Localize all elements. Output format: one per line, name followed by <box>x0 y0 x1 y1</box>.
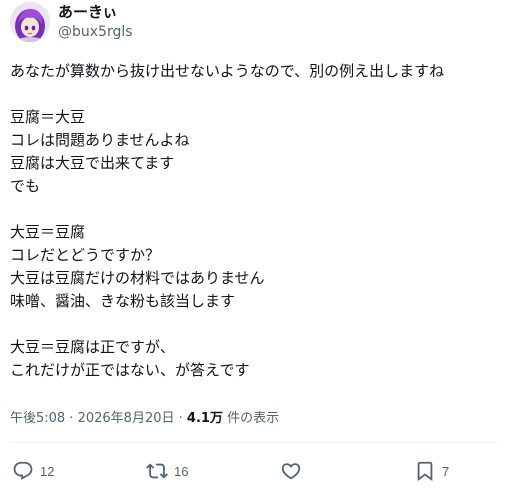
tweet-line <box>10 83 502 106</box>
tweet-line: これだけが正ではない、が答えです <box>10 361 250 379</box>
bookmark-button[interactable]: 7 <box>414 458 449 484</box>
divider <box>10 442 500 443</box>
timestamp[interactable]: 午後5:08 · 2026年8月20日 <box>10 411 175 426</box>
bookmark-icon <box>417 461 433 482</box>
retweet-button[interactable]: 16 <box>146 458 188 484</box>
action-bar: 12 16 7 <box>10 458 502 484</box>
reply-count: 12 <box>40 463 55 479</box>
tweet-line: コレだとどうですか？ <box>10 246 161 264</box>
avatar[interactable] <box>10 2 50 42</box>
tweet-line: コレは問題ありませんよね <box>10 131 190 149</box>
user-handle[interactable]: @bux5rgls <box>58 23 133 41</box>
reply-icon <box>13 461 33 480</box>
like-button[interactable] <box>280 458 308 484</box>
retweet-icon <box>146 463 168 479</box>
tweet-meta: 午後5:08 · 2026年8月20日 · 4.1万 件の表示 <box>10 410 279 428</box>
views-count: 4.1万 <box>186 411 223 426</box>
retweet-count: 16 <box>174 463 189 479</box>
user-info: あーきぃ @bux5rgls <box>58 3 133 41</box>
bookmark-count: 7 <box>442 463 450 479</box>
anime-avatar-icon <box>10 2 50 42</box>
like-icon <box>281 463 301 480</box>
tweet-line: あなたが算数から抜け出せないようなので、別の例え出しますね <box>10 62 445 80</box>
reply-button[interactable]: 12 <box>12 458 54 484</box>
tweet-line <box>10 313 502 336</box>
tweet-line: でも <box>10 177 41 195</box>
tweet: あーきぃ @bux5rgls あなたが算数から抜け出せないようなので、別の例え出… <box>0 0 510 490</box>
meta-separator: · <box>174 411 187 426</box>
display-name[interactable]: あーきぃ <box>58 3 133 23</box>
tweet-line: 味噌、醤油、きな粉も該当します <box>10 292 236 310</box>
tweet-line: 大豆＝豆腐 <box>10 223 86 241</box>
tweet-line: 豆腐は大豆で出来てます <box>10 154 175 172</box>
views-label: 件の表示 <box>222 411 280 426</box>
tweet-text: あなたが算数から抜け出せないようなので、別の例え出しますね 豆腐＝大豆 コレは問… <box>10 60 502 382</box>
tweet-line: 豆腐＝大豆 <box>10 108 86 126</box>
tweet-line <box>10 198 502 221</box>
tweet-line: 大豆は豆腐だけの材料ではありません <box>10 269 265 287</box>
tweet-line: 大豆＝豆腐は正ですが、 <box>10 338 175 356</box>
